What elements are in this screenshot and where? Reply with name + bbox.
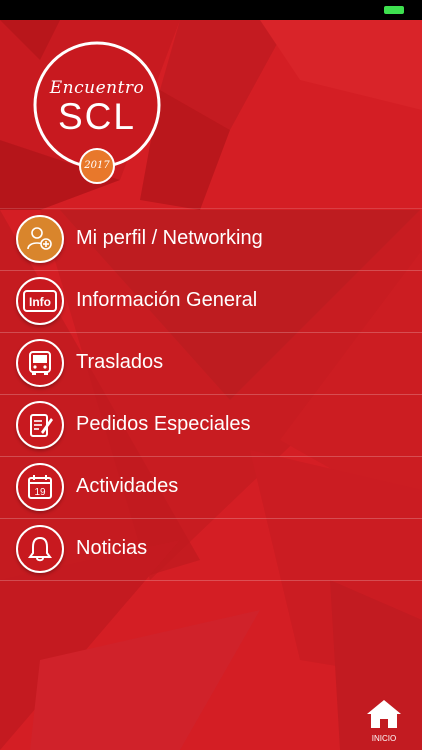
home-icon xyxy=(367,700,401,728)
menu-item-profile-networking[interactable]: Mi perfil / Networking xyxy=(0,209,422,271)
menu-item-special-requests[interactable]: Pedidos Especiales xyxy=(0,395,422,457)
menu-item-label: Actividades xyxy=(76,475,179,497)
menu-item-label: Información General xyxy=(76,289,258,311)
menu-item-label: Mi perfil / Networking xyxy=(76,227,263,249)
logo-year: 2017 xyxy=(84,160,110,171)
logo-year-badge: 2017 xyxy=(79,148,115,184)
profile-networking-icon xyxy=(16,215,64,263)
info-icon-text: Info xyxy=(29,295,51,309)
bus-icon xyxy=(16,339,64,387)
menu-item-news[interactable]: Noticias xyxy=(0,519,422,581)
menu-item-label: Pedidos Especiales xyxy=(76,413,251,435)
home-label: INICIO xyxy=(371,734,397,743)
logo-title: SCL xyxy=(58,96,136,137)
battery-icon xyxy=(384,6,404,14)
bell-icon xyxy=(16,525,64,573)
main-menu: Mi perfil / Networking Info Información … xyxy=(0,208,422,581)
logo-script-text: Encuentro xyxy=(49,78,145,98)
home-button[interactable]: INICIO xyxy=(364,696,404,746)
menu-item-general-info[interactable]: Info Información General xyxy=(0,271,422,333)
edit-document-icon xyxy=(16,401,64,449)
menu-item-label: Noticias xyxy=(76,537,148,559)
app-logo: Encuentro SCL 2017 xyxy=(30,38,164,184)
menu-item-transfers[interactable]: Traslados xyxy=(0,333,422,395)
info-icon: Info xyxy=(16,277,64,325)
menu-item-activities[interactable]: 19 Actividades xyxy=(0,457,422,519)
menu-item-label: Traslados xyxy=(76,351,164,373)
calendar-icon: 19 xyxy=(16,463,64,511)
status-bar xyxy=(0,0,422,20)
calendar-day: 19 xyxy=(34,487,46,498)
